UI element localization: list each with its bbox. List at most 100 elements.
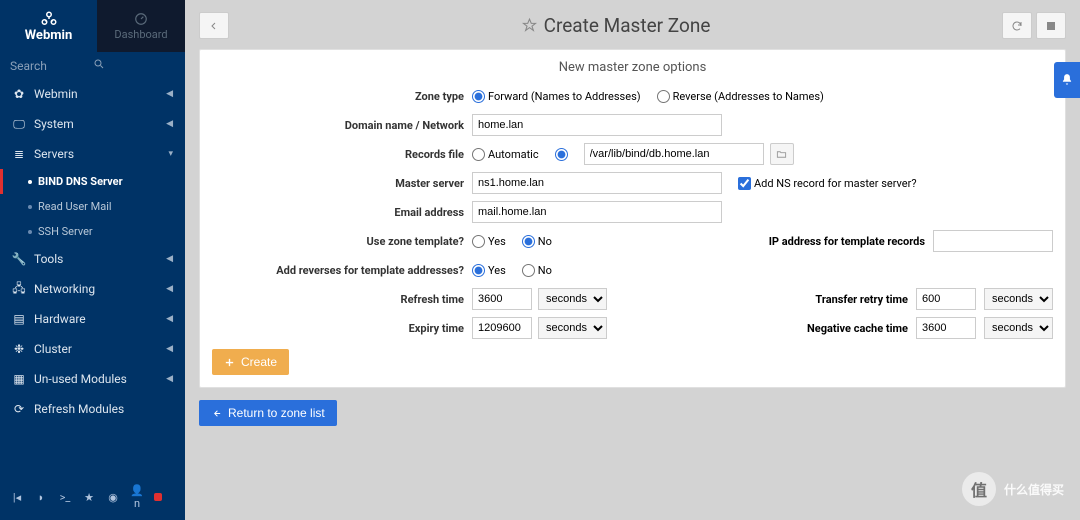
dashboard-label: Dashboard (114, 28, 167, 41)
back-button[interactable] (199, 12, 229, 39)
label-records-file: Records file (212, 148, 472, 161)
add-ns-checkbox[interactable]: Add NS record for master server? (738, 177, 917, 190)
gear-icon: ✿ (12, 87, 26, 101)
sidebar-item-unused-modules[interactable]: ▦ Un-used Modules ◀ (0, 364, 185, 394)
label-transfer-retry: Transfer retry time (748, 293, 908, 306)
chevron-left-icon: ◀ (166, 314, 173, 324)
terminal-icon[interactable]: >_ (58, 491, 72, 504)
chevron-left-icon: ◀ (166, 284, 173, 294)
use-template-yes[interactable]: Yes (472, 235, 506, 248)
negative-cache-input[interactable] (916, 317, 976, 339)
user-badge[interactable]: 👤n (130, 484, 144, 510)
sidebar-item-ssh-server[interactable]: SSH Server (0, 219, 185, 244)
dashboard-tab[interactable]: Dashboard (97, 0, 185, 52)
checkbox-label: Add NS record for master server? (754, 177, 917, 190)
refresh-time-input[interactable] (472, 288, 532, 310)
sidebar-item-bind-dns[interactable]: BIND DNS Server (0, 169, 185, 194)
radio-label: Yes (488, 264, 506, 277)
page-title: Create Master Zone (229, 14, 1002, 37)
sidebar-item-tools[interactable]: 🔧 Tools ◀ (0, 244, 185, 274)
sidebar-item-read-mail[interactable]: Read User Mail (0, 194, 185, 219)
sidebar-item-label: System (34, 117, 74, 131)
collapse-icon[interactable]: |◂ (10, 491, 24, 504)
search-input[interactable]: Search (0, 52, 185, 79)
watermark-text: 什么值得买 (1004, 481, 1064, 498)
radio-label: Reverse (Addresses to Names) (673, 90, 824, 103)
records-file-custom[interactable] (555, 148, 568, 161)
refresh-time-unit[interactable]: seconds (538, 288, 607, 310)
wrench-icon: 🔧 (12, 252, 26, 266)
watermark: 值 什么值得买 (962, 472, 1064, 506)
alert-indicator[interactable] (154, 493, 162, 501)
sidebar-item-servers[interactable]: ≣ Servers ▾ (0, 139, 185, 169)
expiry-time-unit[interactable]: seconds (538, 317, 607, 339)
add-reverses-no[interactable]: No (522, 264, 552, 277)
stack-icon: ≣ (12, 147, 26, 161)
sidebar-item-label: SSH Server (38, 225, 93, 238)
search-icon (93, 58, 176, 73)
gauge-icon (134, 12, 148, 26)
records-file-input[interactable] (584, 143, 764, 165)
create-button[interactable]: Create (212, 349, 289, 375)
sidebar-item-refresh-modules[interactable]: ⟳ Refresh Modules (0, 394, 185, 424)
sidebar-footer: |◂ ◗ >_ ★ ◉ 👤n (0, 474, 185, 520)
chevron-left-icon: ◀ (166, 119, 173, 129)
brand-label: Webmin (25, 28, 73, 43)
zone-type-forward[interactable]: Forward (Names to Addresses) (472, 90, 641, 103)
stop-button[interactable] (1036, 12, 1066, 39)
star-icon[interactable]: ★ (82, 491, 96, 504)
expiry-time-input[interactable] (472, 317, 532, 339)
refresh-icon: ⟳ (12, 402, 26, 416)
chevron-left-icon: ◀ (166, 254, 173, 264)
main-content: Create Master Zone New master zone optio… (185, 0, 1080, 520)
star-outline-icon[interactable] (521, 17, 538, 34)
use-template-no[interactable]: No (522, 235, 552, 248)
radio-label: Automatic (488, 148, 539, 161)
domain-input[interactable] (472, 114, 722, 136)
square-icon (1046, 21, 1056, 31)
label-domain: Domain name / Network (212, 119, 472, 132)
sidebar-item-cluster[interactable]: ❉ Cluster ◀ (0, 334, 185, 364)
bell-icon (1060, 73, 1074, 87)
sidebar-item-system[interactable]: 🖵 System ◀ (0, 109, 185, 139)
sidebar-item-label: Cluster (34, 342, 72, 356)
sidebar-item-label: Networking (34, 282, 95, 296)
sidebar-item-networking[interactable]: 🖧 Networking ◀ (0, 274, 185, 304)
ip-template-input[interactable] (933, 230, 1053, 252)
reload-button[interactable] (1002, 12, 1032, 39)
label-add-reverses: Add reverses for template addresses? (212, 264, 472, 277)
moon-icon[interactable]: ◗ (34, 491, 48, 504)
add-reverses-yes[interactable]: Yes (472, 264, 506, 277)
browse-file-button[interactable] (770, 143, 794, 165)
label-negative-cache: Negative cache time (748, 322, 908, 335)
retry-time-input[interactable] (916, 288, 976, 310)
label-email: Email address (212, 206, 472, 219)
negative-cache-unit[interactable]: seconds (984, 317, 1053, 339)
chevron-down-icon: ▾ (168, 149, 173, 159)
sidebar-item-webmin[interactable]: ✿ Webmin ◀ (0, 79, 185, 109)
plus-icon (224, 357, 235, 368)
button-label: Create (241, 355, 277, 369)
zone-type-reverse[interactable]: Reverse (Addresses to Names) (657, 90, 824, 103)
brand-tab[interactable]: Webmin (0, 0, 97, 52)
webmin-logo-icon (40, 10, 58, 28)
search-placeholder: Search (10, 59, 93, 73)
retry-time-unit[interactable]: seconds (984, 288, 1053, 310)
master-server-input[interactable] (472, 172, 722, 194)
button-label: Return to zone list (228, 406, 325, 420)
radio-label: Forward (Names to Addresses) (488, 90, 641, 103)
monitor-icon: 🖵 (12, 117, 26, 131)
records-file-auto[interactable]: Automatic (472, 148, 539, 161)
globe-icon[interactable]: ◉ (106, 491, 120, 504)
sidebar-item-label: Tools (34, 252, 63, 266)
label-ip-template: IP address for template records (765, 235, 925, 248)
panel-heading: New master zone options (212, 60, 1053, 75)
return-button[interactable]: Return to zone list (199, 400, 337, 426)
sidebar-item-hardware[interactable]: ▤ Hardware ◀ (0, 304, 185, 334)
user-label: n (134, 497, 140, 510)
notifications-button[interactable] (1054, 62, 1080, 98)
sidebar-item-label: Servers (34, 147, 74, 161)
chevron-left-icon: ◀ (166, 344, 173, 354)
email-input[interactable] (472, 201, 722, 223)
sidebar-item-label: Webmin (34, 87, 78, 101)
